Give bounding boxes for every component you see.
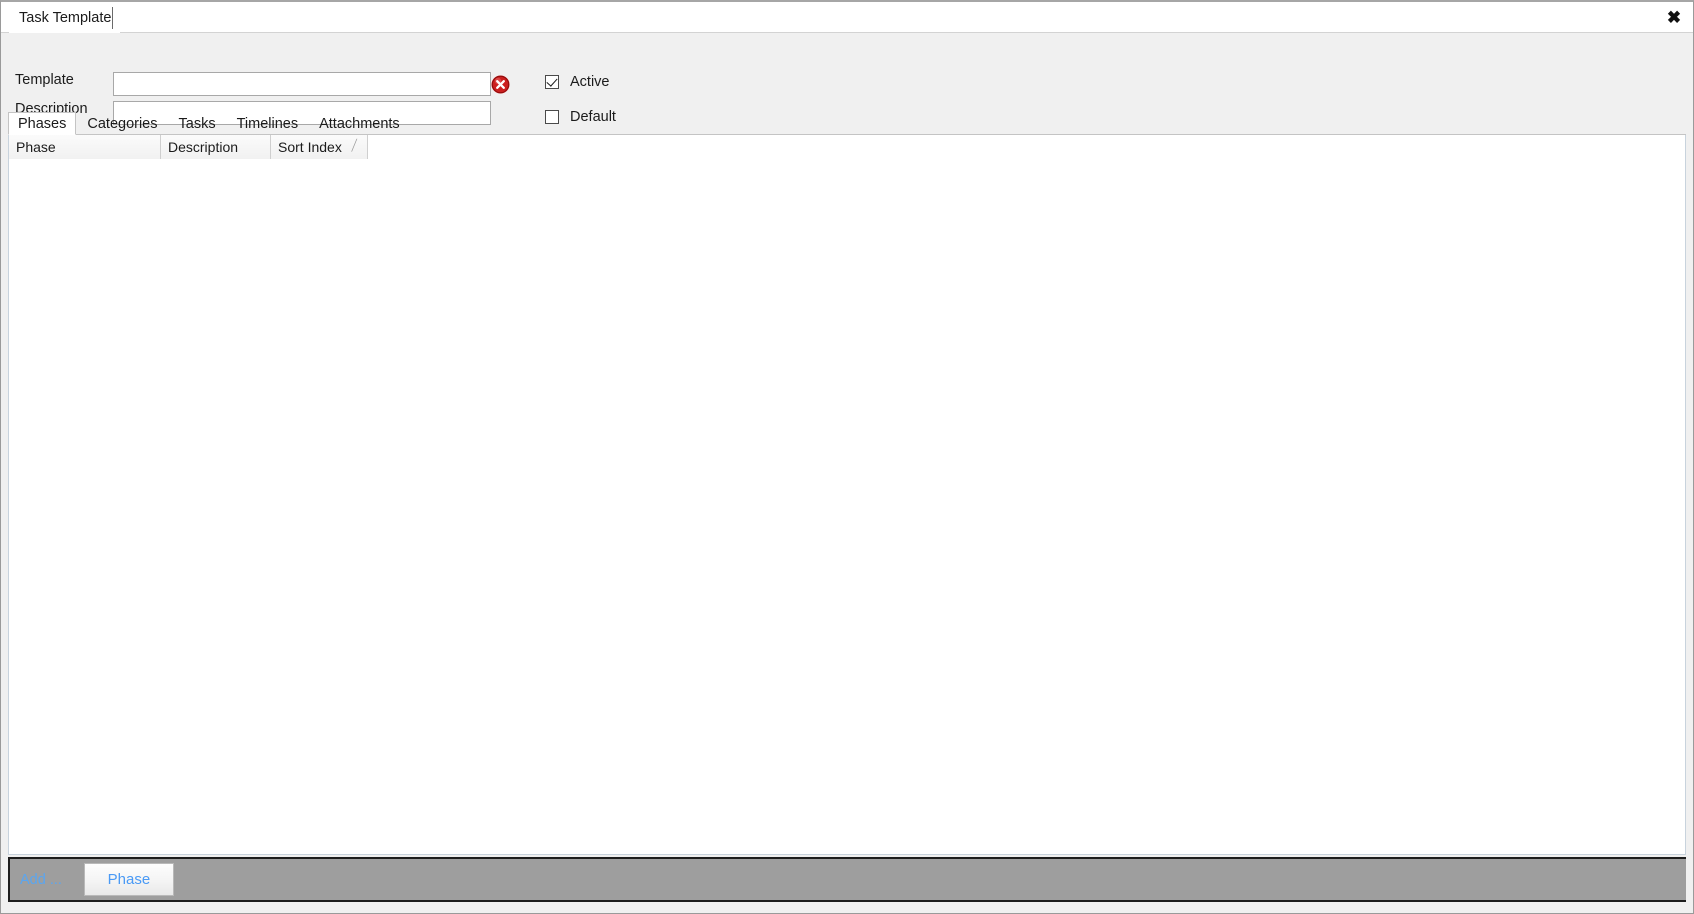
tab-attachments-label: Attachments bbox=[319, 115, 400, 132]
tab-timelines-label: Timelines bbox=[236, 115, 299, 132]
grid-body-empty[interactable] bbox=[9, 159, 1685, 854]
active-checkbox[interactable] bbox=[545, 75, 559, 89]
tab-phases[interactable]: Phases bbox=[8, 112, 77, 135]
document-tabstrip: Task Template ✖ bbox=[1, 2, 1693, 33]
window-bottom-edge bbox=[2, 902, 1692, 912]
sort-ascending-icon: ╱ bbox=[352, 140, 358, 152]
template-input[interactable] bbox=[113, 72, 491, 96]
add-label[interactable]: Add ... bbox=[20, 872, 62, 888]
document-tab-label: Task Template bbox=[19, 9, 112, 26]
task-template-window: Task Template ✖ Template Description Act… bbox=[0, 0, 1694, 914]
tab-tasks[interactable]: Tasks bbox=[169, 112, 226, 134]
add-phase-button[interactable]: Phase bbox=[83, 863, 174, 896]
tab-caret-divider bbox=[112, 7, 113, 29]
template-field-label: Template bbox=[15, 72, 74, 88]
section-tabbar: Phases Categories Tasks Timelines Attach… bbox=[8, 112, 1686, 135]
tab-categories[interactable]: Categories bbox=[77, 112, 167, 134]
grid-column-description[interactable]: Description bbox=[161, 135, 271, 159]
close-icon[interactable]: ✖ bbox=[1663, 6, 1685, 28]
document-tab-task-template[interactable]: Task Template bbox=[9, 2, 121, 33]
grid-column-sort-index-label: Sort Index bbox=[278, 139, 342, 155]
phases-grid: Phase Description Sort Index ╱ bbox=[8, 135, 1686, 855]
grid-header-row: Phase Description Sort Index ╱ bbox=[9, 135, 368, 159]
tab-tasks-label: Tasks bbox=[178, 115, 216, 132]
active-checkbox-label: Active bbox=[570, 74, 610, 90]
add-actionbar: Add ... Phase bbox=[8, 857, 1686, 902]
grid-column-description-label: Description bbox=[168, 139, 239, 155]
tab-attachments[interactable]: Attachments bbox=[309, 112, 410, 134]
template-form-panel: Template Description Active Default bbox=[2, 33, 1692, 125]
tab-phases-label: Phases bbox=[18, 115, 67, 132]
grid-column-phase[interactable]: Phase bbox=[9, 135, 161, 159]
tab-categories-label: Categories bbox=[87, 115, 158, 132]
active-checkbox-row[interactable]: Active bbox=[545, 74, 610, 90]
error-circle-icon bbox=[491, 75, 510, 94]
grid-column-phase-label: Phase bbox=[16, 139, 56, 155]
grid-column-sort-index[interactable]: Sort Index ╱ bbox=[271, 135, 368, 159]
tab-timelines[interactable]: Timelines bbox=[227, 112, 309, 134]
